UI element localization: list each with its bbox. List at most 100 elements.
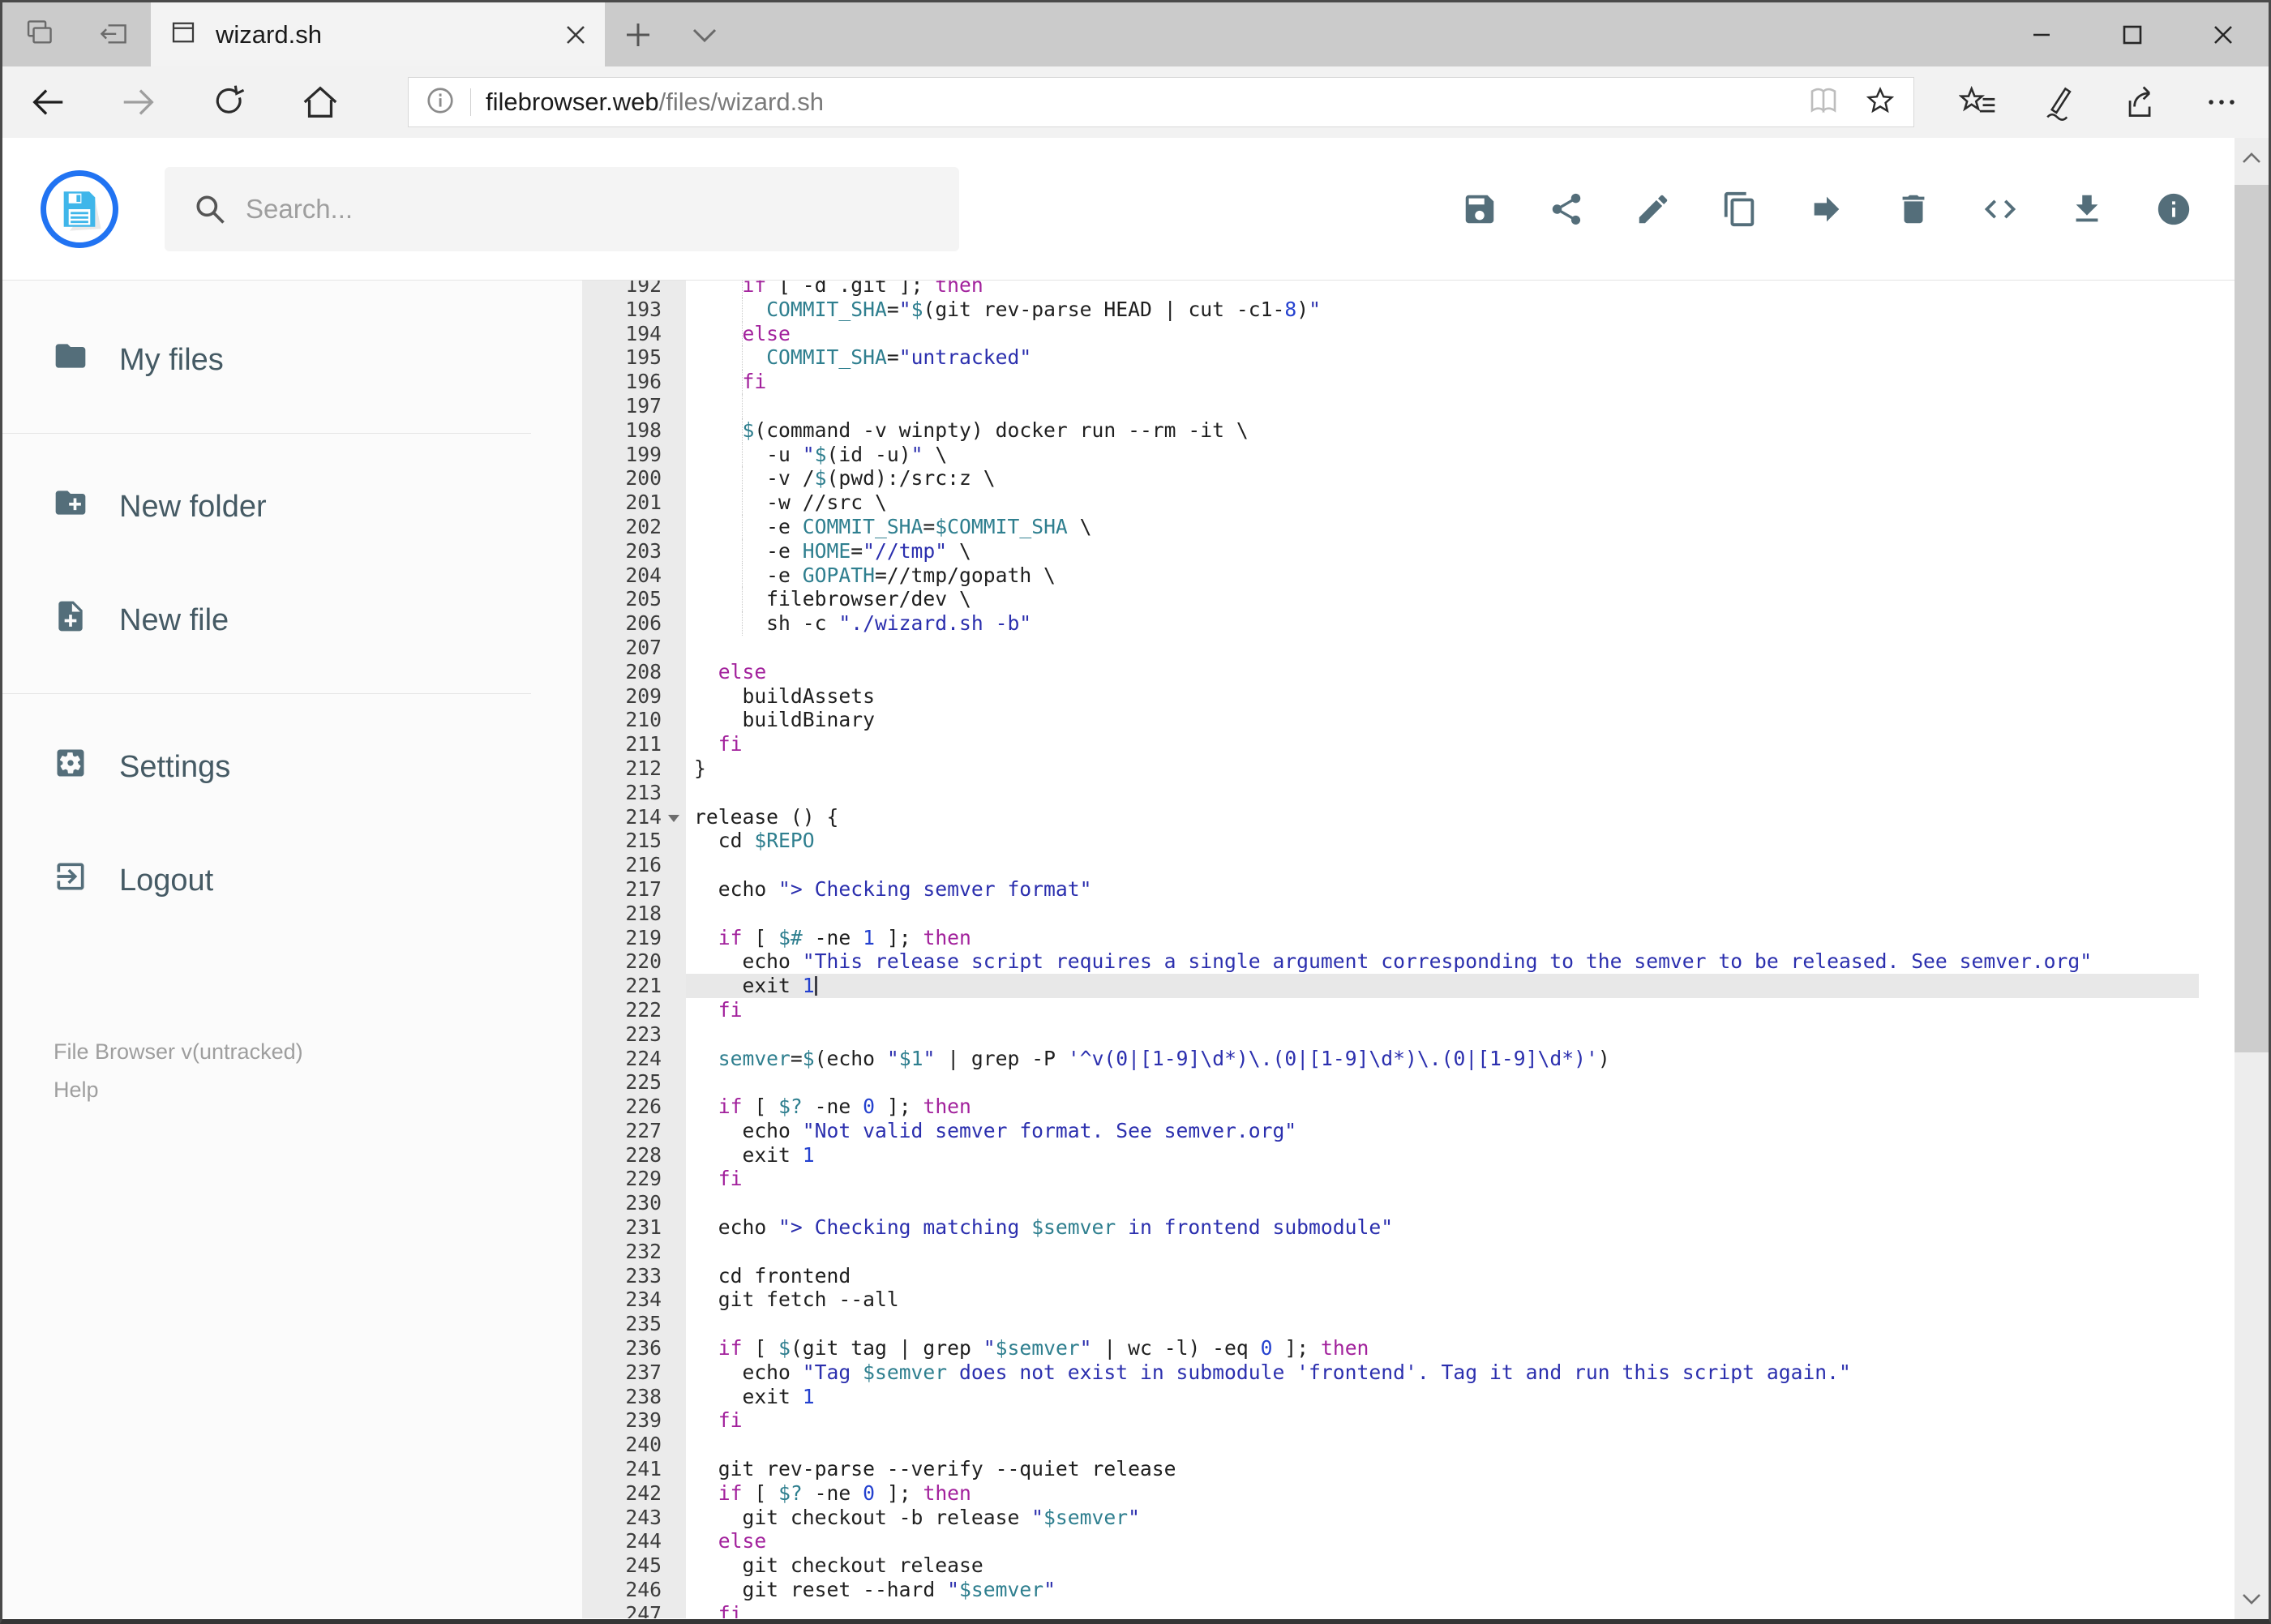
fold-toggle-icon[interactable]: [668, 814, 679, 822]
new-tab-button[interactable]: [605, 2, 671, 66]
sidebar-item-new-file[interactable]: New file: [2, 563, 582, 677]
code-line[interactable]: release () {: [686, 805, 2199, 829]
code-line[interactable]: fi: [686, 732, 2199, 756]
code-line[interactable]: echo "Not valid semver format. See semve…: [686, 1119, 2199, 1143]
code-line[interactable]: git fetch --all: [686, 1288, 2199, 1312]
close-window-button[interactable]: [2178, 2, 2269, 66]
code-line[interactable]: echo "This release script requires a sin…: [686, 949, 2199, 974]
code-line[interactable]: semver=$(echo "$1" | grep -P '^v(0|[1-9]…: [686, 1047, 2199, 1071]
address-bar[interactable]: filebrowser.web/files/wizard.sh: [408, 77, 1914, 127]
code-line[interactable]: [686, 853, 2199, 877]
edit-button[interactable]: [1635, 191, 1672, 228]
code-line[interactable]: else: [686, 660, 2199, 684]
minimize-button[interactable]: [1996, 2, 2087, 66]
code-line[interactable]: COMMIT_SHA="$(git rev-parse HEAD | cut -…: [686, 297, 2199, 322]
code-line[interactable]: [686, 1433, 2199, 1457]
tab-list-chevron-icon[interactable]: [671, 2, 738, 66]
code-line[interactable]: -e COMMIT_SHA=$COMMIT_SHA \: [686, 514, 2199, 539]
more-options-button[interactable]: [2181, 66, 2262, 138]
code-line[interactable]: fi: [686, 370, 2199, 394]
favorite-star-icon[interactable]: [1863, 84, 1897, 122]
home-button[interactable]: [275, 66, 366, 138]
code-line[interactable]: [686, 1070, 2199, 1095]
code-line[interactable]: [686, 902, 2199, 926]
save-button[interactable]: [1461, 191, 1498, 228]
code-line[interactable]: else: [686, 321, 2199, 346]
code-line[interactable]: }: [686, 756, 2199, 781]
maximize-button[interactable]: [2087, 2, 2178, 66]
code-line[interactable]: if [ $# -ne 1 ]; then: [686, 926, 2199, 950]
sidebar-item-new-folder[interactable]: New folder: [2, 450, 582, 563]
code-line[interactable]: [686, 393, 2199, 418]
code-line[interactable]: echo "Tag $semver does not exist in subm…: [686, 1360, 2199, 1385]
code-line[interactable]: if [ -d .git ]; then: [686, 281, 2199, 298]
code-line[interactable]: buildBinary: [686, 708, 2199, 732]
code-line[interactable]: if [ $(git tag | grep "$semver" | wc -l)…: [686, 1336, 2199, 1360]
code-line[interactable]: fi: [686, 1602, 2199, 1618]
code-line[interactable]: $(command -v winpty) docker run --rm -it…: [686, 418, 2199, 443]
sidebar-item-settings[interactable]: Settings: [2, 710, 582, 824]
code-line[interactable]: -e GOPATH=//tmp/gopath \: [686, 563, 2199, 588]
code-line[interactable]: fi: [686, 998, 2199, 1022]
code-line[interactable]: git rev-parse --verify --quiet release: [686, 1457, 2199, 1481]
code-line[interactable]: COMMIT_SHA="untracked": [686, 345, 2199, 370]
code-button[interactable]: [1982, 191, 2019, 228]
scrollbar-thumb[interactable]: [2235, 185, 2269, 1052]
help-link[interactable]: Help: [54, 1071, 582, 1109]
code-line[interactable]: if [ $? -ne 0 ]; then: [686, 1095, 2199, 1119]
delete-button[interactable]: [1895, 191, 1932, 228]
tab-close-icon[interactable]: [564, 24, 587, 46]
code-line[interactable]: -v /$(pwd):/src:z \: [686, 466, 2199, 491]
share-button[interactable]: [1548, 191, 1585, 228]
sidebar-item-logout[interactable]: Logout: [2, 824, 582, 937]
code-line[interactable]: fi: [686, 1167, 2199, 1191]
code-line[interactable]: echo "> Checking semver format": [686, 877, 2199, 902]
reading-view-icon[interactable]: [1806, 84, 1840, 122]
code-line[interactable]: sh -c "./wizard.sh -b": [686, 611, 2199, 636]
code-line[interactable]: filebrowser/dev \: [686, 587, 2199, 611]
code-line[interactable]: [686, 1240, 2199, 1264]
browser-tab[interactable]: wizard.sh: [151, 2, 605, 66]
code-line[interactable]: fi: [686, 1408, 2199, 1433]
code-line[interactable]: cd $REPO: [686, 829, 2199, 853]
code-line[interactable]: else: [686, 1529, 2199, 1553]
code-line[interactable]: -e HOME="//tmp" \: [686, 538, 2199, 563]
code-line[interactable]: [686, 636, 2199, 660]
hub-favorites-button[interactable]: [1938, 66, 2019, 138]
code-line[interactable]: buildAssets: [686, 684, 2199, 709]
code-line[interactable]: exit 1: [686, 974, 2199, 998]
code-line[interactable]: echo "> Checking matching $semver in fro…: [686, 1215, 2199, 1240]
code-line[interactable]: git checkout release: [686, 1553, 2199, 1578]
code-line[interactable]: git checkout -b release "$semver": [686, 1506, 2199, 1530]
code-line[interactable]: git reset --hard "$semver": [686, 1578, 2199, 1602]
code-line[interactable]: [686, 1022, 2199, 1047]
code-line[interactable]: exit 1: [686, 1143, 2199, 1168]
copy-button[interactable]: [1721, 191, 1759, 228]
code-line[interactable]: [686, 781, 2199, 805]
download-button[interactable]: [2068, 191, 2106, 228]
scroll-up-icon[interactable]: [2235, 141, 2269, 175]
share-button[interactable]: [2100, 66, 2181, 138]
code-line[interactable]: if [ $? -ne 0 ]; then: [686, 1481, 2199, 1506]
annotate-pen-button[interactable]: [2019, 66, 2100, 138]
code-line[interactable]: -u "$(id -u)" \: [686, 442, 2199, 467]
set-tabs-aside-button[interactable]: [96, 16, 131, 53]
back-button[interactable]: [2, 66, 93, 138]
code-editor[interactable]: 192 193 194 195 196 197 198 199 200 201 202 203 204 2…: [582, 281, 2269, 1618]
code-line[interactable]: [686, 1191, 2199, 1215]
site-info-icon[interactable]: [425, 85, 456, 120]
refresh-button[interactable]: [184, 66, 275, 138]
line-number: 218: [625, 901, 662, 925]
code-line[interactable]: cd frontend: [686, 1264, 2199, 1288]
tab-preview-button[interactable]: [22, 16, 56, 53]
forward-button[interactable]: [93, 66, 184, 138]
move-button[interactable]: [1808, 191, 1845, 228]
page-scrollbar[interactable]: [2235, 138, 2269, 1619]
sidebar-item-my-files[interactable]: My files: [2, 303, 582, 417]
search-input[interactable]: [165, 166, 959, 251]
code-line[interactable]: exit 1: [686, 1385, 2199, 1409]
code-line[interactable]: -w //src \: [686, 491, 2199, 515]
info-button[interactable]: [2155, 191, 2192, 228]
code-line[interactable]: [686, 1312, 2199, 1336]
scroll-down-icon[interactable]: [2235, 1582, 2269, 1616]
